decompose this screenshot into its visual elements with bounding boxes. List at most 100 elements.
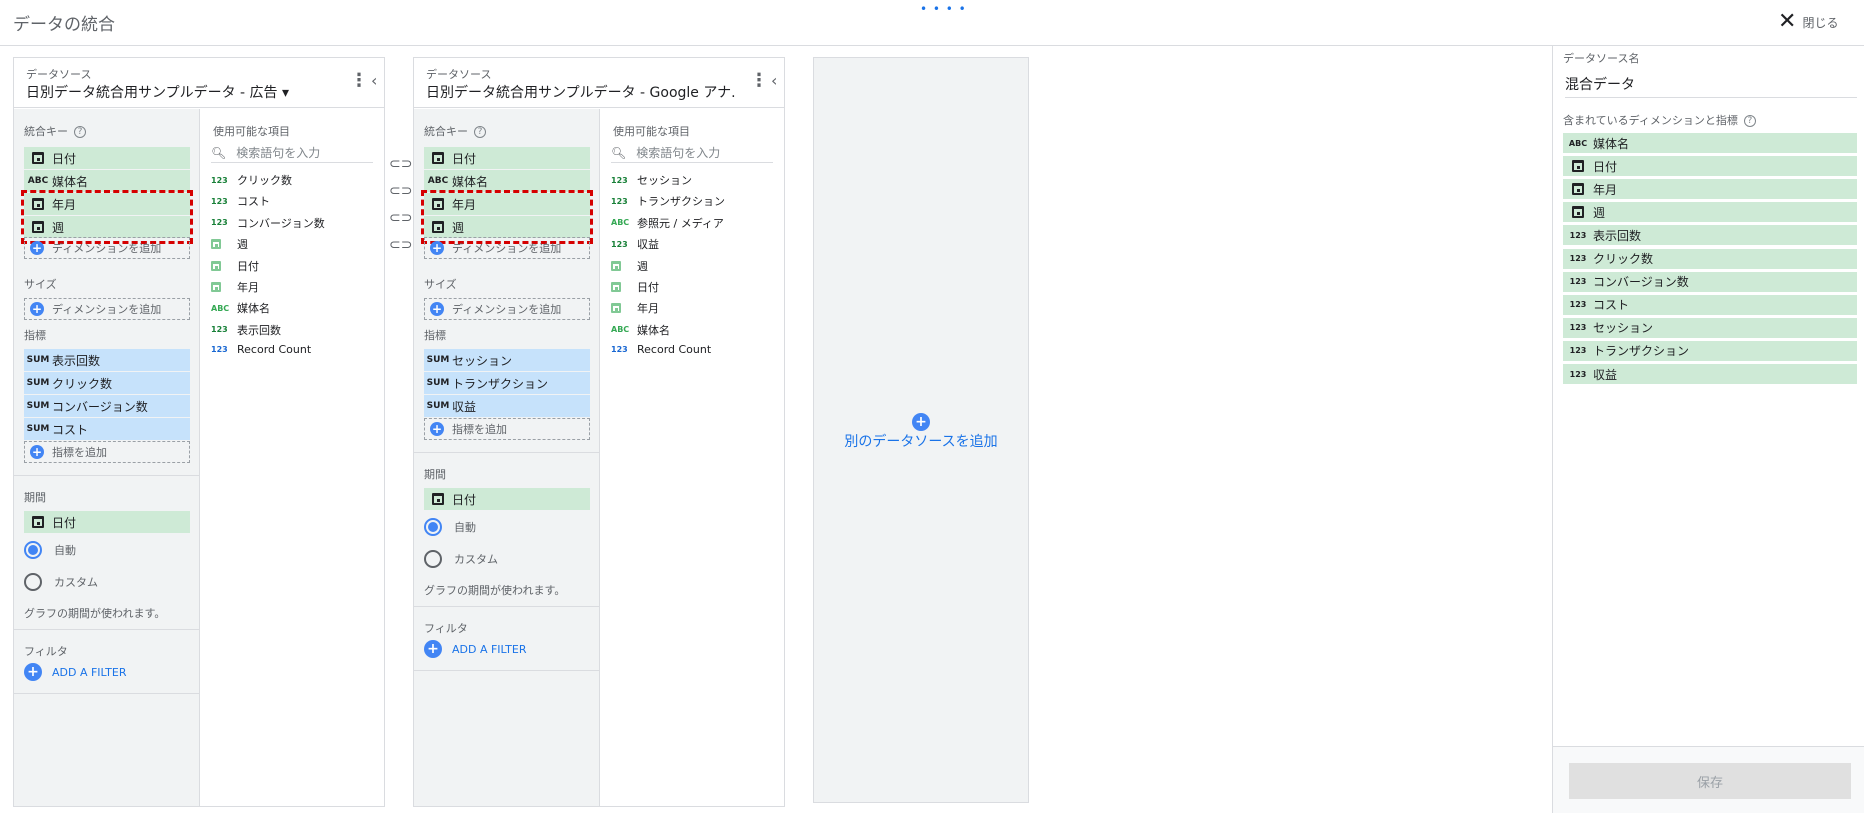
help-icon[interactable]: ?: [74, 126, 86, 138]
available-field[interactable]: ABC 媒体名: [211, 300, 270, 316]
blended-field-chip[interactable]: ABC 媒体名: [1563, 133, 1857, 153]
data-source-panel-1: データソース 日別データ統合用サンプルデータ - 広告 ▾ ⋮ ‹ 統合キー? 日付 ABC…: [13, 57, 385, 807]
join-key-chip[interactable]: 日付: [424, 147, 590, 169]
period-hint: グラフの期間が使われます。: [24, 607, 166, 620]
chevron-left-icon[interactable]: ‹: [771, 71, 777, 90]
help-icon[interactable]: ?: [474, 126, 486, 138]
blended-field-chip[interactable]: 123 セッション: [1563, 317, 1857, 338]
blended-field-chip[interactable]: 123 コンバージョン数: [1563, 271, 1857, 292]
available-field[interactable]: 123 Record Count: [611, 343, 711, 356]
radio-checked-icon[interactable]: [24, 541, 42, 559]
available-field[interactable]: 123 トランザクション: [611, 193, 725, 209]
metric-chip[interactable]: SUM 表示回数: [24, 349, 190, 371]
metric-chip[interactable]: SUM 収益: [424, 395, 590, 417]
add-filter-button[interactable]: + ADD A FILTER: [24, 663, 126, 681]
available-field[interactable]: 123 収益: [611, 236, 659, 252]
available-field[interactable]: 123 表示回数: [211, 322, 281, 338]
sum-icon: SUM: [426, 401, 450, 411]
radio-custom[interactable]: カスタム: [24, 573, 98, 591]
field-search-input[interactable]: 🔍︎ 検索語句を入力: [611, 143, 773, 163]
radio-auto[interactable]: 自動: [24, 541, 76, 559]
available-field[interactable]: 日付: [211, 258, 259, 274]
more-vert-icon[interactable]: ⋮: [750, 72, 768, 90]
sum-icon: SUM: [26, 355, 50, 365]
metric-chip[interactable]: SUM コンバージョン数: [24, 395, 190, 417]
calendar-icon: [1563, 206, 1593, 219]
close-button[interactable]: ✕ 閉じる: [1778, 11, 1838, 33]
add-metric-button[interactable]: + 指標を追加: [424, 418, 590, 440]
text-type-icon: ABC: [611, 218, 630, 228]
blended-field-chip[interactable]: 123 コスト: [1563, 294, 1857, 315]
calendar-icon: [1563, 160, 1593, 173]
join-link-icon[interactable]: ⊂⊃: [389, 237, 412, 253]
data-source-name-input[interactable]: 混合データ: [1565, 74, 1857, 98]
add-filter-button[interactable]: + ADD A FILTER: [424, 640, 526, 658]
divider: [14, 693, 200, 694]
blended-field-chip[interactable]: 年月: [1563, 179, 1857, 200]
blended-field-chip[interactable]: 週: [1563, 202, 1857, 223]
close-icon[interactable]: ✕: [1778, 11, 1796, 33]
add-icon: +: [430, 422, 444, 436]
add-metric-button[interactable]: + 指標を追加: [24, 441, 190, 463]
field-search-input[interactable]: 🔍︎ 検索語句を入力: [211, 143, 373, 163]
radio-unchecked-icon[interactable]: [424, 550, 442, 568]
available-field[interactable]: 123 コスト: [211, 193, 270, 209]
join-key-chip[interactable]: ABC 媒体名: [24, 170, 190, 192]
radio-custom[interactable]: カスタム: [424, 550, 498, 568]
add-data-source-button[interactable]: + 別のデータソースを追加: [813, 57, 1029, 803]
blended-field-chip[interactable]: 123 クリック数: [1563, 248, 1857, 269]
blended-field-chip[interactable]: 日付: [1563, 156, 1857, 177]
available-field[interactable]: 年月: [211, 279, 259, 295]
add-size-dimension-button[interactable]: + ディメンションを追加: [424, 298, 590, 320]
radio-checked-icon[interactable]: [424, 518, 442, 536]
available-field[interactable]: 123 コンバージョン数: [211, 215, 325, 231]
help-icon[interactable]: ?: [1743, 115, 1756, 127]
available-field[interactable]: 日付: [611, 279, 659, 295]
metric-chip[interactable]: SUM コスト: [24, 418, 190, 440]
metric-chip[interactable]: SUM トランザクション: [424, 372, 590, 394]
sum-icon: SUM: [26, 424, 50, 434]
available-field[interactable]: 123 Record Count: [211, 343, 311, 356]
available-field[interactable]: 年月: [611, 300, 659, 316]
join-key-chip[interactable]: ABC 媒体名: [424, 170, 590, 192]
available-field[interactable]: 週: [611, 258, 648, 274]
period-field-chip[interactable]: 日付: [424, 488, 590, 510]
add-size-dimension-button[interactable]: + ディメンションを追加: [24, 298, 190, 320]
calendar-icon: [24, 152, 52, 164]
number-type-icon: 123: [211, 325, 228, 335]
calendar-icon: [611, 260, 637, 271]
blended-field-chip[interactable]: 123 トランザクション: [1563, 340, 1857, 361]
metric-chip[interactable]: SUM クリック数: [24, 372, 190, 394]
available-field[interactable]: ABC 参照元 / メディア: [611, 215, 724, 231]
add-icon: +: [912, 413, 930, 431]
more-vert-icon[interactable]: ⋮: [350, 72, 368, 90]
period-field-chip[interactable]: 日付: [24, 511, 190, 533]
metric-chip[interactable]: SUM セッション: [424, 349, 590, 371]
add-dimension-button[interactable]: + ディメンションを追加: [424, 237, 590, 259]
blended-field-chip[interactable]: 123 表示回数: [1563, 225, 1857, 246]
sum-icon: SUM: [26, 401, 50, 411]
join-link-icon[interactable]: ⊂⊃: [389, 156, 412, 172]
source-name-select[interactable]: 日別データ統合用サンプルデータ - Google アナ...: [426, 82, 736, 102]
add-dimension-button[interactable]: + ディメンションを追加: [24, 237, 190, 259]
source-name-select[interactable]: 日別データ統合用サンプルデータ - 広告 ▾: [26, 82, 289, 102]
join-link-icon[interactable]: ⊂⊃: [389, 183, 412, 199]
number-type-icon: 123: [611, 175, 628, 185]
divider: [414, 670, 600, 671]
add-icon: +: [30, 302, 44, 316]
available-field[interactable]: ABC 媒体名: [611, 322, 670, 338]
join-link-icon[interactable]: ⊂⊃: [389, 210, 412, 226]
number-type-icon: 123: [211, 196, 228, 206]
available-field[interactable]: 週: [211, 236, 248, 252]
blended-field-chip[interactable]: 123 収益: [1563, 364, 1857, 384]
save-button[interactable]: 保存: [1569, 763, 1851, 799]
join-key-chip[interactable]: 日付: [24, 147, 190, 169]
available-field[interactable]: 123 セッション: [611, 172, 692, 188]
radio-auto[interactable]: 自動: [424, 518, 476, 536]
drag-handle[interactable]: • • • •: [920, 2, 967, 16]
available-field[interactable]: 123 クリック数: [211, 172, 292, 188]
chevron-left-icon[interactable]: ‹: [371, 71, 377, 90]
radio-unchecked-icon[interactable]: [24, 573, 42, 591]
text-type-icon: ABC: [427, 176, 449, 186]
period-title: 期間: [424, 468, 446, 481]
